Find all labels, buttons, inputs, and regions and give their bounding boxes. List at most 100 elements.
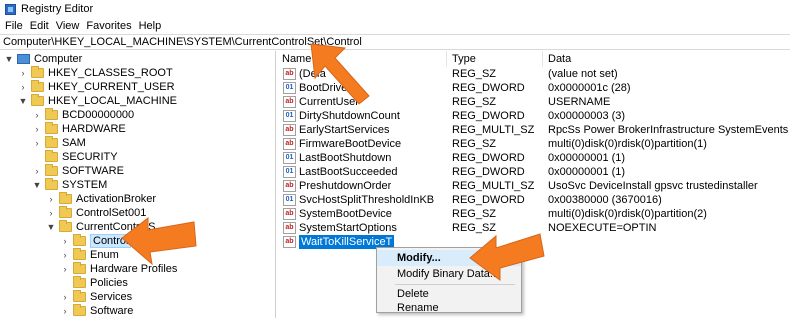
registry-editor-icon	[5, 3, 16, 15]
value-row[interactable]: ab SystemBootDevice REG_SZ multi(0)disk(…	[277, 207, 790, 221]
value-data: NOEXECUTE=OPTIN	[548, 222, 657, 234]
tree-item-label: SYSTEM	[62, 179, 108, 191]
tree-item-hklm[interactable]: ▼ HKEY_LOCAL_MACHINE	[18, 94, 177, 108]
folder-icon	[73, 234, 86, 246]
expand-icon[interactable]: ›	[32, 122, 42, 136]
string-value-icon: ab	[283, 180, 296, 192]
expand-icon	[60, 276, 70, 290]
expand-icon[interactable]: ›	[18, 80, 28, 94]
string-value-icon: ab	[283, 96, 296, 108]
value-data: UsoSvc DeviceInstall gpsvc trustedinstal…	[548, 180, 758, 192]
expand-icon[interactable]: ▼	[32, 178, 42, 192]
value-type: REG_SZ	[452, 208, 497, 220]
tree-item-system[interactable]: ▼ SYSTEM	[32, 178, 107, 192]
tree-item-services[interactable]: › Services	[60, 290, 132, 304]
tree-item-label: SECURITY	[62, 151, 118, 163]
value-data: 0x00000001 (1)	[548, 166, 626, 178]
annotation-arrow-modify	[469, 233, 545, 281]
binary-value-icon: 01	[283, 194, 296, 206]
tree-item-label: Software	[90, 305, 134, 317]
tree-item-computer[interactable]: ▼ Computer	[4, 52, 83, 66]
menu-file[interactable]: File	[5, 20, 23, 32]
value-row[interactable]: ab EarlyStartServices REG_MULTI_SZ RpcSs…	[277, 123, 790, 137]
tree-item-policies[interactable]: Policies	[60, 276, 128, 290]
tree-item-label: Services	[90, 291, 133, 303]
folder-icon	[31, 94, 44, 106]
value-type: REG_SZ	[452, 68, 497, 80]
value-row[interactable]: ab FirmwareBootDevice REG_SZ multi(0)dis…	[277, 137, 790, 151]
menu-item-rename[interactable]: Rename	[377, 300, 521, 316]
column-header-data[interactable]: Data	[543, 51, 790, 67]
tree-item-sam[interactable]: › SAM	[32, 136, 86, 150]
value-name: FirmwareBootDevice	[299, 138, 402, 150]
tree-item-security[interactable]: SECURITY	[32, 150, 118, 164]
tree-item-hardware[interactable]: › HARDWARE	[32, 122, 126, 136]
binary-value-icon: 01	[283, 82, 296, 94]
folder-icon	[73, 248, 86, 260]
expand-icon[interactable]: ›	[60, 290, 70, 304]
expand-icon[interactable]: ›	[32, 136, 42, 150]
tree-item-label: HARDWARE	[62, 123, 126, 135]
menu-edit[interactable]: Edit	[30, 20, 49, 32]
tree-item-bcd[interactable]: › BCD00000000	[32, 108, 134, 122]
value-row[interactable]: 01 DirtyShutdownCount REG_DWORD 0x000000…	[277, 109, 790, 123]
value-row[interactable]: ab PreshutdownOrder REG_MULTI_SZ UsoSvc …	[277, 179, 790, 193]
folder-icon	[45, 136, 58, 148]
menu-view[interactable]: View	[56, 20, 80, 32]
menu-help[interactable]: Help	[139, 20, 162, 32]
tree-item-enum[interactable]: › Enum	[60, 248, 119, 262]
expand-icon[interactable]: ›	[46, 192, 56, 206]
tree-item-software-sub[interactable]: › Software	[60, 304, 133, 318]
tree-item-activationbroker[interactable]: › ActivationBroker	[46, 192, 156, 206]
expand-icon[interactable]: ›	[60, 234, 70, 248]
binary-value-icon: 01	[283, 152, 296, 164]
expand-icon[interactable]: ›	[32, 108, 42, 122]
value-row[interactable]: 01 SvcHostSplitThresholdInKB REG_DWORD 0…	[277, 193, 790, 207]
tree-item-label: Computer	[34, 53, 83, 65]
expand-icon[interactable]: ›	[60, 304, 70, 318]
folder-icon	[73, 304, 86, 316]
tree-item-label: HKEY_LOCAL_MACHINE	[48, 95, 177, 107]
expand-icon[interactable]: ›	[18, 66, 28, 80]
value-type: REG_DWORD	[452, 152, 525, 164]
value-data: RpcSs Power BrokerInfrastructure SystemE…	[548, 124, 788, 136]
value-type: REG_DWORD	[452, 110, 525, 122]
tree-item-software[interactable]: › SOFTWARE	[32, 164, 124, 178]
value-type: REG_SZ	[452, 138, 497, 150]
column-header-type[interactable]: Type	[447, 51, 543, 67]
folder-icon	[73, 276, 86, 288]
menu-favorites[interactable]: Favorites	[86, 20, 131, 32]
value-name: SystemBootDevice	[299, 208, 392, 220]
expand-icon[interactable]: ▼	[4, 52, 14, 66]
expand-icon	[32, 150, 42, 164]
expand-icon[interactable]: ›	[60, 262, 70, 276]
value-name: LastBootSucceeded	[299, 166, 398, 178]
folder-icon	[73, 262, 86, 274]
expand-icon[interactable]: ▼	[18, 94, 28, 108]
value-type: REG_SZ	[452, 96, 497, 108]
string-value-icon: ab	[283, 222, 296, 234]
value-row[interactable]: 01 LastBootShutdown REG_DWORD 0x00000001…	[277, 151, 790, 165]
folder-icon	[73, 290, 86, 302]
value-type: REG_DWORD	[452, 194, 525, 206]
folder-icon	[45, 150, 58, 162]
value-name: EarlyStartServices	[299, 124, 390, 136]
value-data: multi(0)disk(0)rdisk(0)partition(1)	[548, 138, 707, 150]
tree-item-label: SAM	[62, 137, 86, 149]
value-name: SvcHostSplitThresholdInKB	[299, 194, 435, 206]
address-bar[interactable]: Computer\HKEY_LOCAL_MACHINE\SYSTEM\Curre…	[0, 34, 790, 50]
expand-icon[interactable]: ▼	[46, 220, 56, 234]
folder-icon	[45, 164, 58, 176]
tree-item-hkcr[interactable]: › HKEY_CLASSES_ROOT	[18, 66, 173, 80]
value-row[interactable]: 01 LastBootSucceeded REG_DWORD 0x0000000…	[277, 165, 790, 179]
expand-icon[interactable]: ›	[46, 206, 56, 220]
value-name: LastBootShutdown	[299, 152, 392, 164]
expand-icon[interactable]: ›	[60, 248, 70, 262]
annotation-arrow-control	[121, 216, 197, 266]
expand-icon[interactable]: ›	[32, 164, 42, 178]
value-name: SystemStartOptions	[299, 222, 397, 234]
value-data: 0x00000003 (3)	[548, 110, 626, 122]
value-type: REG_MULTI_SZ	[452, 124, 535, 136]
tree-item-hkcu[interactable]: › HKEY_CURRENT_USER	[18, 80, 175, 94]
value-name: DirtyShutdownCount	[299, 110, 400, 122]
